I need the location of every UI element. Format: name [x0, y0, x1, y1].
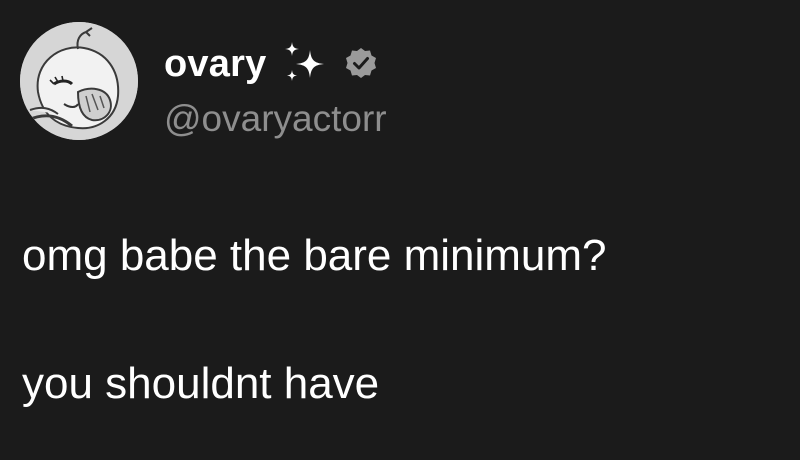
- sparkles-icon: [280, 40, 330, 88]
- tweet-card: ovary @ovaryactorr omg babe the bare min…: [0, 0, 800, 460]
- author-display-name[interactable]: ovary: [164, 38, 266, 90]
- author-name-row[interactable]: ovary: [164, 38, 378, 90]
- author-handle[interactable]: @ovaryactorr: [164, 96, 387, 142]
- verified-badge-icon: [344, 47, 378, 81]
- tweet-text-line: omg babe the bare minimum?: [22, 231, 607, 280]
- tweet-text-line: you shouldnt have: [22, 359, 380, 408]
- avatar[interactable]: [20, 22, 138, 140]
- avatar-illustration: [20, 22, 138, 140]
